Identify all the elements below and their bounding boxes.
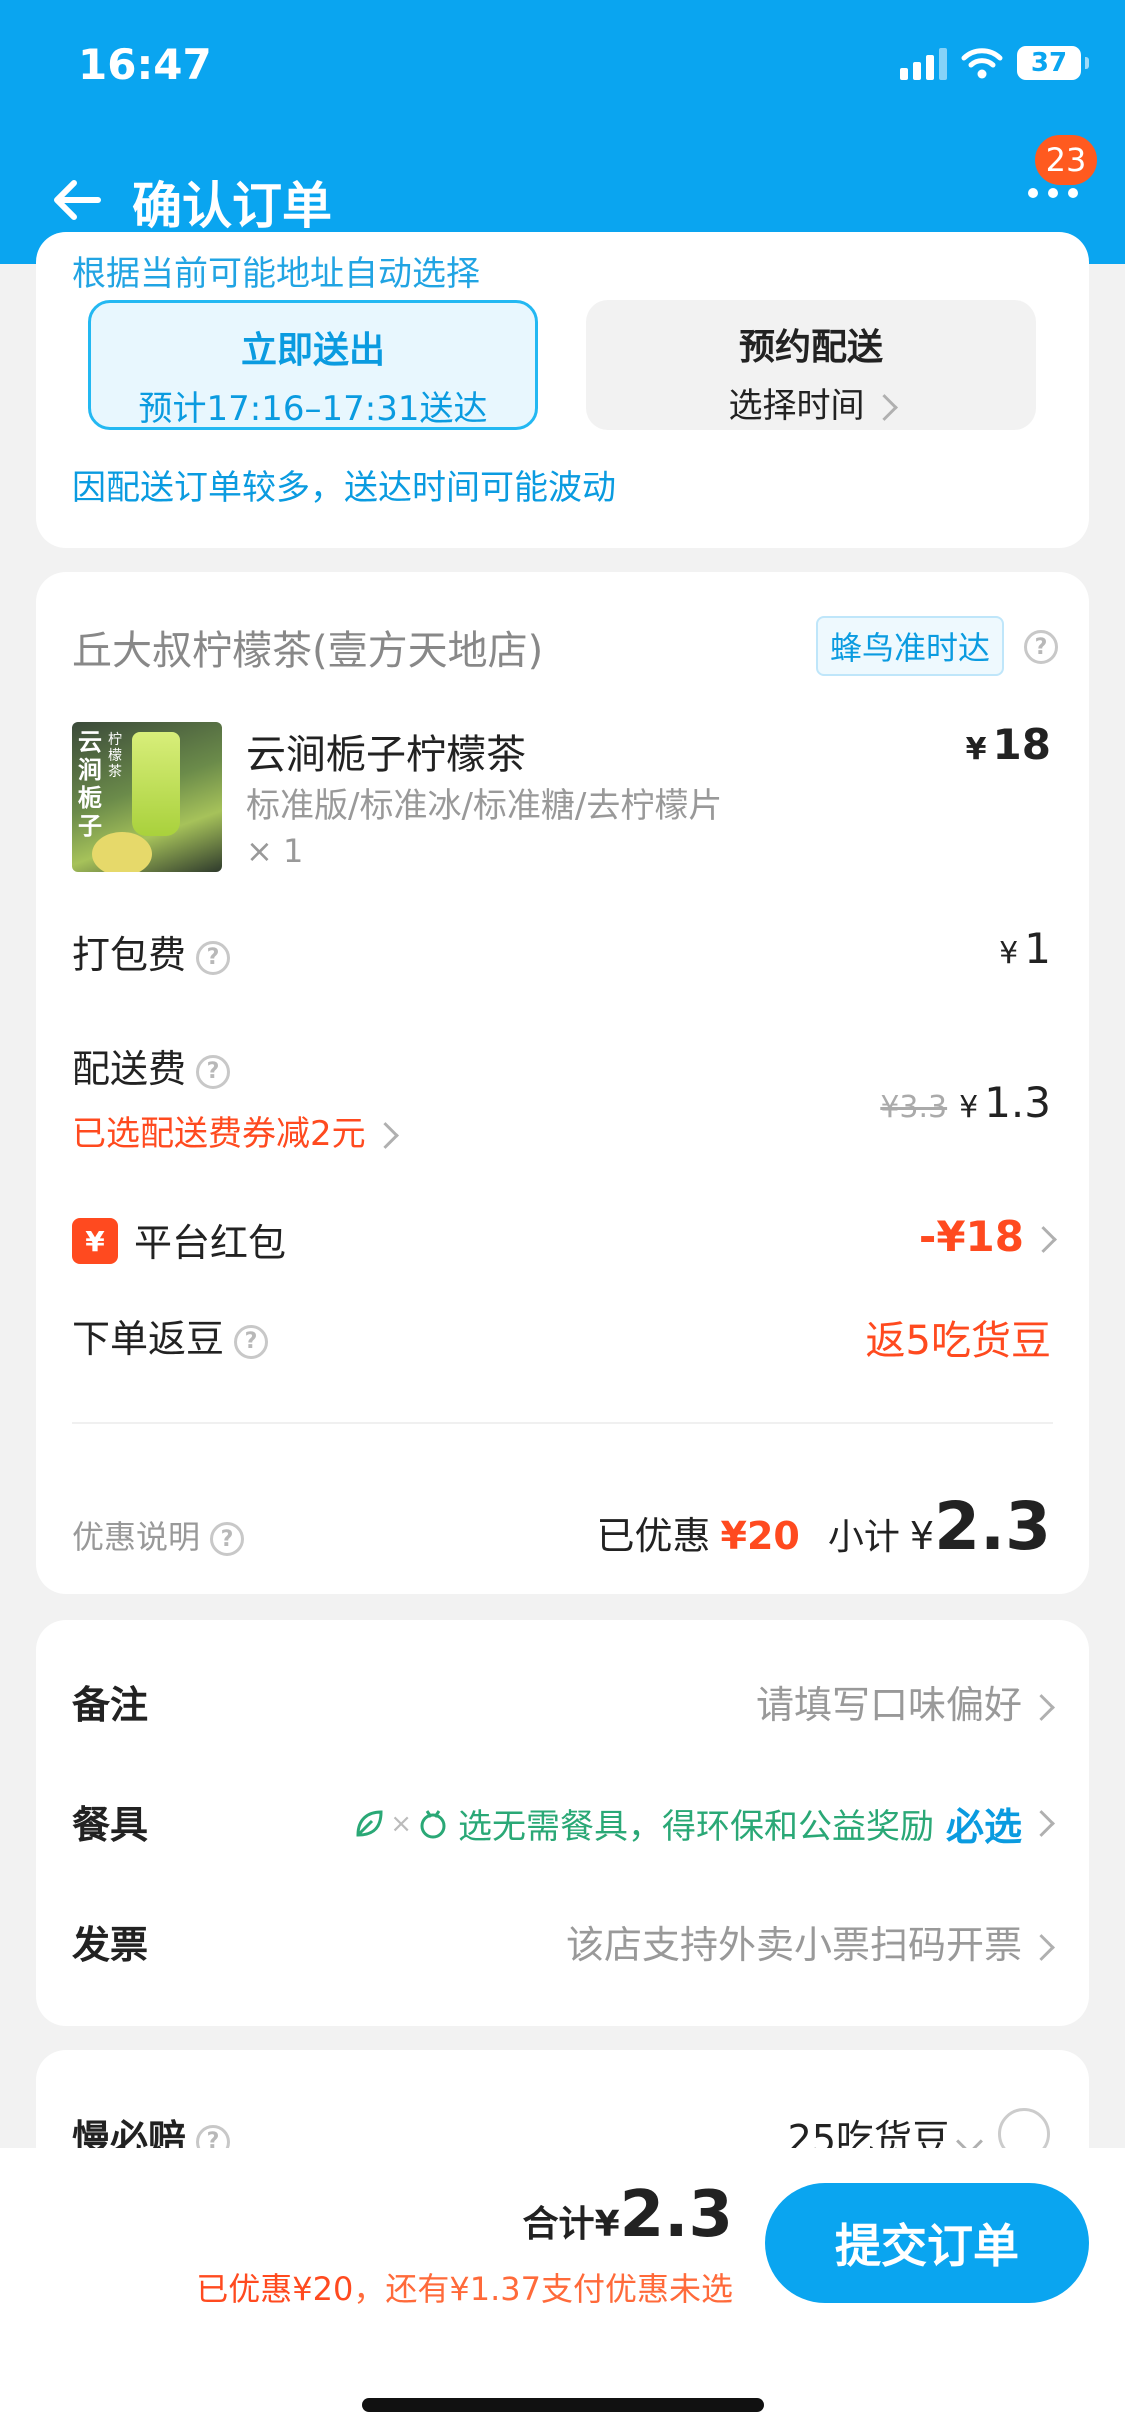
drink-cup-icon [132, 732, 180, 836]
deliver-now-option[interactable]: 立即送出 预计17:16–17:31送达 [88, 300, 538, 430]
wifi-icon [961, 48, 1003, 79]
subtotal: 已优惠 ¥20 小计 ¥ 2.3 [596, 1488, 1051, 1565]
red-packet-value[interactable]: -¥18 [919, 1212, 1057, 1261]
beans-label: 下单返豆? [72, 1308, 269, 1363]
help-icon[interactable]: ? [210, 1522, 245, 1556]
item-spec: 标准版/标准冰/标准糖/去柠檬片 [246, 786, 723, 826]
cutlery-icon [420, 1809, 446, 1838]
chevron-right-icon [1028, 1694, 1055, 1721]
remark-label: 备注 [72, 1683, 149, 1727]
divider [72, 1422, 1053, 1424]
item-price: ¥18 [965, 720, 1051, 769]
beans-value: 返5吃货豆 [865, 1318, 1051, 1364]
submit-order-button[interactable]: 提交订单 [765, 2183, 1089, 2303]
scheduled-delivery-option[interactable]: 预约配送 选择时间 [586, 300, 1036, 430]
delivery-fee-label: 配送费? [72, 1038, 231, 1093]
total: 合计 ¥ 2.3 [522, 2178, 733, 2252]
chevron-right-icon [1028, 1934, 1055, 1961]
remark-value: 请填写口味偏好 [756, 1674, 1055, 1729]
delivery-fee-original: ¥3.3 [880, 1090, 948, 1125]
delivery-notice: 因配送订单较多，送达时间可能波动 [72, 468, 616, 508]
invoice-label: 发票 [72, 1923, 149, 1967]
app-header: 16:47 37 确认订单 23 [0, 0, 1125, 264]
leaf-icon [356, 1809, 383, 1837]
tableware-label: 餐具 [72, 1803, 149, 1847]
lemon-icon [92, 832, 152, 872]
back-arrow-icon[interactable] [48, 170, 108, 230]
home-indicator [362, 2398, 764, 2412]
delivery-card: 根据当前可能地址自动选择 立即送出 预计17:16–17:31送达 预约配送 选… [36, 232, 1089, 548]
image-subcaption: 柠檬茶 [108, 732, 122, 780]
delivery-address-hint: 根据当前可能地址自动选择 [72, 254, 480, 294]
more-icon[interactable] [1028, 188, 1078, 198]
order-card: 丘大叔柠檬茶(壹方天地店) 蜂鸟准时达 ? 云涧栀子 柠檬茶 云涧栀子柠檬茶 标… [36, 572, 1089, 1594]
signal-icon [900, 46, 947, 80]
scheduled-subtitle: 选择时间 [728, 386, 865, 426]
chevron-right-icon [1028, 1810, 1055, 1837]
chevron-right-icon [870, 394, 898, 421]
footer-discount: 已优惠¥20，还有¥1.37支付优惠未选 [196, 2270, 733, 2308]
page-title: 确认订单 [132, 177, 332, 235]
delivery-fee: ¥3.3 ¥1.3 [880, 1078, 1051, 1127]
help-icon[interactable]: ? [196, 940, 231, 975]
delivery-coupon[interactable]: 已选配送费券减2元 [72, 1106, 399, 1155]
scheduled-title: 预约配送 [738, 327, 883, 368]
packing-fee-label: 打包费? [72, 924, 231, 979]
status-time: 16:47 [78, 40, 212, 89]
item-name: 云涧栀子柠檬茶 [246, 732, 526, 778]
help-icon[interactable]: ? [196, 1054, 231, 1089]
product-image: 云涧栀子 柠檬茶 [72, 722, 222, 872]
battery-icon: 37 [1017, 46, 1089, 80]
checkout-bar: 合计 ¥ 2.3 已优惠¥20，还有¥1.37支付优惠未选 提交订单 [0, 2148, 1125, 2436]
invoice-value: 该店支持外卖小票扫码开票 [566, 1914, 1055, 1969]
help-icon[interactable]: ? [234, 1324, 269, 1359]
tableware-value: × 选无需餐具，得环保和公益奖励 必选 [352, 1796, 1055, 1851]
status-icons: 37 [900, 46, 1089, 80]
delivery-tag: 蜂鸟准时达 [816, 616, 1005, 676]
red-packet-label: 平台红包 [134, 1221, 287, 1265]
options-card: 备注 请填写口味偏好 餐具 × 选无需餐具，得环保和公益奖励 必选 发票 该店支… [36, 1620, 1089, 2026]
item-quantity: × 1 [246, 832, 304, 870]
deliver-now-title: 立即送出 [240, 330, 385, 371]
chevron-right-icon [1030, 1226, 1057, 1253]
store-name: 丘大叔柠檬茶(壹方天地店) [72, 628, 544, 674]
image-caption: 云涧栀子 [78, 728, 102, 840]
red-packet-icon: ¥ [72, 1218, 118, 1264]
notification-badge: 23 [1032, 132, 1100, 188]
deliver-now-time: 预计17:16–17:31送达 [138, 389, 488, 429]
help-icon[interactable]: ? [1024, 630, 1058, 664]
discount-explain[interactable]: 优惠说明? [72, 1512, 245, 1558]
chevron-right-icon [371, 1122, 399, 1149]
packing-fee: ¥1 [999, 924, 1051, 973]
